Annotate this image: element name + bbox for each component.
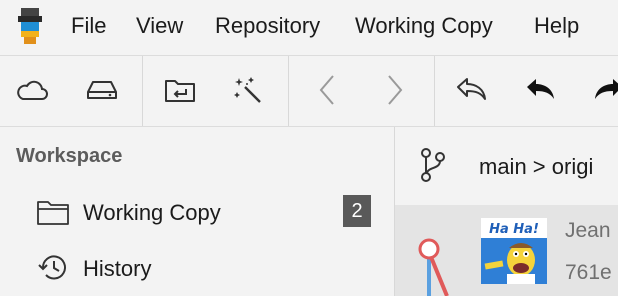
changes-count-badge: 2 — [343, 195, 371, 227]
undo-button[interactable] — [519, 70, 563, 110]
folder-icon — [37, 201, 69, 225]
menu-help[interactable]: Help — [534, 11, 579, 41]
back-button[interactable] — [305, 70, 349, 110]
branch-path: main > origi — [479, 154, 594, 179]
magic-button[interactable] — [226, 70, 270, 110]
toolbar-separator — [434, 56, 435, 126]
local-repo-button[interactable] — [80, 70, 124, 110]
graph-line-branch — [429, 256, 449, 296]
commit-author: Jean — [565, 219, 611, 242]
forward-button[interactable] — [373, 70, 417, 110]
revert-button[interactable] — [450, 70, 494, 110]
magic-wand-icon — [234, 77, 261, 103]
sidebar-title: Workspace — [16, 145, 123, 167]
branch-icon — [421, 148, 445, 182]
avatar-caption: Ha Ha! — [489, 222, 539, 237]
commit-list: Ha Ha! Jean 761e — [395, 205, 618, 296]
commit-node[interactable] — [418, 238, 440, 260]
commit-graph — [418, 238, 449, 296]
chevron-left-icon — [319, 75, 334, 105]
history-icon — [38, 255, 66, 280]
cloud-icon — [17, 80, 48, 100]
open-folder-button[interactable] — [158, 70, 202, 110]
menu-file[interactable]: File — [71, 11, 106, 41]
toolbar-separator — [142, 56, 143, 126]
undo-outline-icon — [457, 78, 486, 100]
redo-filled-icon — [595, 79, 618, 99]
toolbar — [0, 56, 618, 126]
avatar: Ha Ha! — [481, 218, 547, 284]
chevron-right-icon — [388, 75, 403, 105]
folder-return-icon — [165, 80, 195, 102]
app-logo-icon — [18, 8, 42, 44]
menu-bar: File View Repository Working Copy Help — [0, 0, 618, 52]
branch-bar[interactable]: main > origi — [395, 127, 618, 205]
commit-hash: 761e — [565, 261, 612, 284]
sidebar: Workspace Working Copy 2 History — [0, 127, 394, 296]
sidebar-item-history[interactable]: History — [0, 247, 394, 291]
sidebar-item-label: History — [83, 256, 152, 281]
sync-button[interactable] — [10, 70, 54, 110]
history-pane: main > origi Ha Ha! Jean 761e — [395, 127, 618, 296]
drive-icon — [87, 81, 117, 99]
sidebar-item-working-copy[interactable]: Working Copy 2 — [0, 191, 394, 235]
menu-working-copy[interactable]: Working Copy — [355, 11, 493, 41]
menu-view[interactable]: View — [136, 11, 183, 41]
sidebar-item-label: Working Copy — [83, 200, 221, 225]
redo-button[interactable] — [586, 70, 618, 110]
undo-filled-icon — [527, 79, 554, 99]
toolbar-separator — [288, 56, 289, 126]
menu-repository[interactable]: Repository — [215, 11, 320, 41]
